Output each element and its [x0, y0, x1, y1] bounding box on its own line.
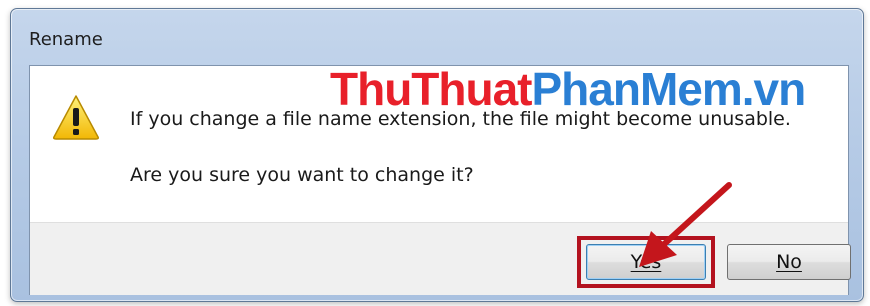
- message-line-2: Are you sure you want to change it?: [130, 164, 474, 186]
- dialog-title: Rename: [29, 29, 103, 50]
- rename-dialog: Rename ThuThuatPhanMem.vn If you change …: [10, 8, 864, 302]
- no-button[interactable]: No: [727, 244, 851, 280]
- message-line-1: If you change a file name extension, the…: [130, 108, 791, 130]
- red-arrow-annotation: [639, 182, 732, 267]
- warning-icon: [53, 95, 99, 140]
- no-button-label: No: [776, 251, 802, 273]
